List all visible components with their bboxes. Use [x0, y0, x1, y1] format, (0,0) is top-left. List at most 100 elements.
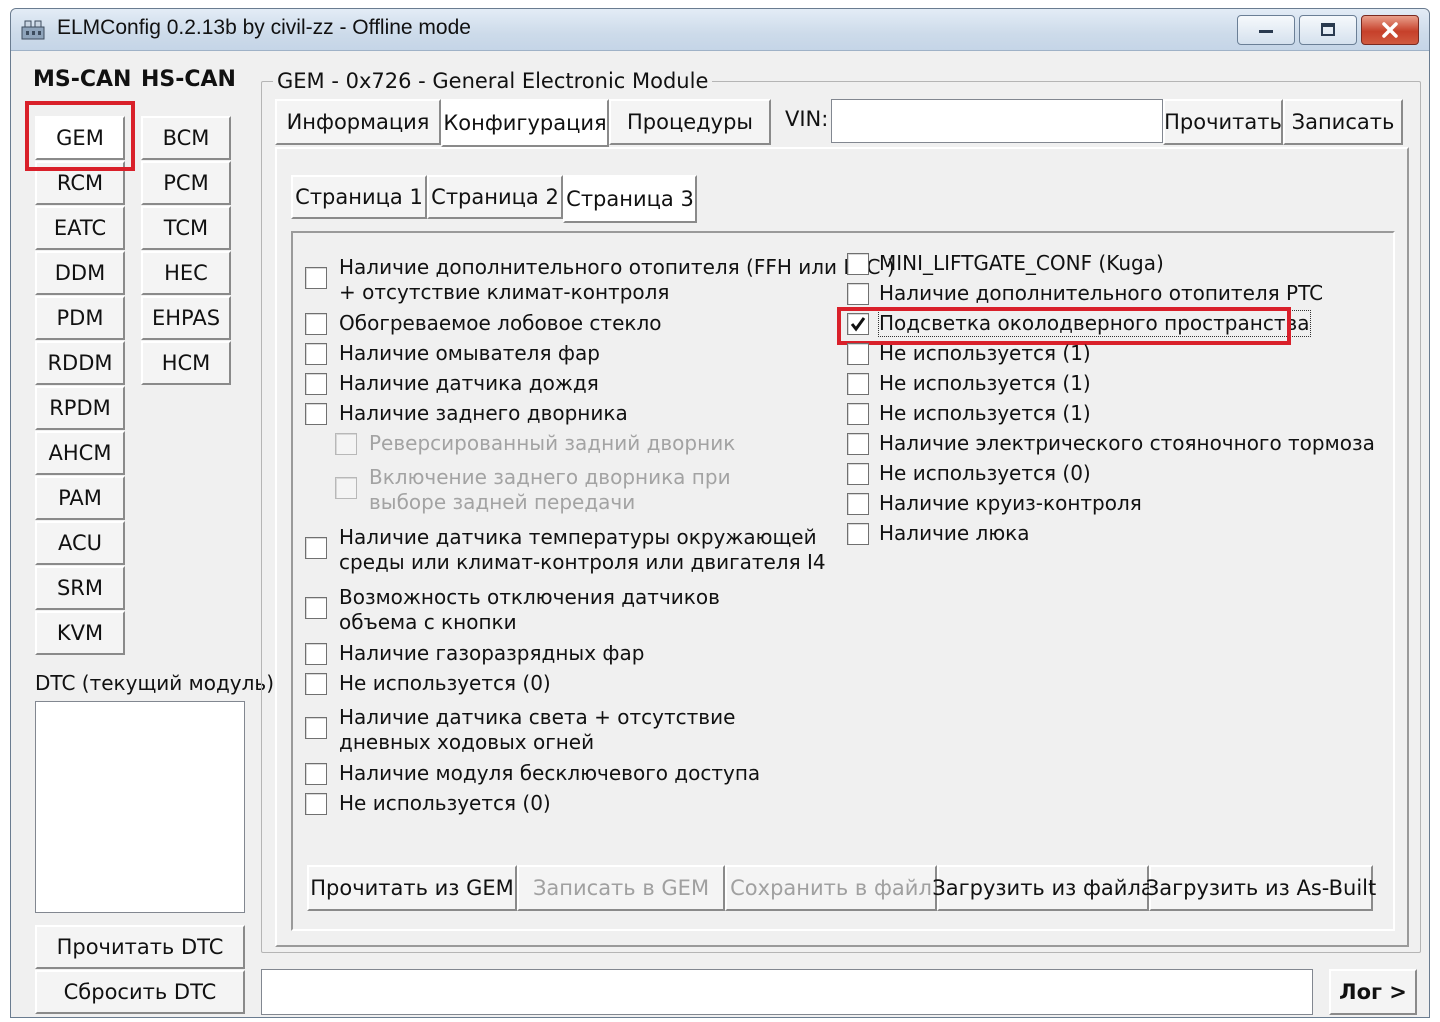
read-from-gem-button[interactable]: Прочитать из GEM [307, 865, 517, 911]
option-checkbox [335, 433, 357, 455]
gem-highlight-box [25, 101, 135, 171]
option-label: Обогреваемое лобовое стекло [339, 311, 662, 335]
tab-page-3[interactable]: Страница 3 [563, 175, 697, 223]
module-button-pam[interactable]: PAM [35, 476, 125, 520]
option-checkbox[interactable] [847, 373, 869, 395]
option-checkbox[interactable] [305, 373, 327, 395]
module-button-rddm[interactable]: RDDM [35, 341, 125, 385]
dtc-label: DTC (текущий модуль): [35, 671, 281, 695]
vin-input[interactable] [831, 99, 1163, 143]
option-label: Включение заднего дворника при [369, 465, 731, 489]
option-highlight-box [837, 307, 1291, 345]
option-label: Наличие электрического стояночного тормо… [879, 431, 1375, 455]
option-label-line2: выборе задней передачи [369, 490, 636, 514]
hs-can-label: HS-CAN [141, 67, 236, 92]
option-checkbox[interactable] [305, 717, 327, 739]
option-checkbox[interactable] [305, 313, 327, 335]
option-label-line2: объема с кнопки [339, 610, 517, 634]
module-button-rpdm[interactable]: RPDM [35, 386, 125, 430]
tab-info[interactable]: Информация [275, 99, 441, 145]
maximize-icon [1321, 23, 1335, 36]
option-checkbox[interactable] [305, 643, 327, 665]
option-label-line2: дневных ходовых огней [339, 730, 595, 754]
module-button-hcm[interactable]: HCM [141, 341, 231, 385]
load-from-asbuilt-button[interactable]: Загрузить из As-Built [1146, 865, 1376, 911]
option-label: Наличие модуля бесключевого доступа [339, 761, 761, 785]
option-checkbox[interactable] [847, 493, 869, 515]
module-button-acu[interactable]: ACU [35, 521, 125, 565]
option-checkbox[interactable] [305, 403, 327, 425]
option-label: Не используется (0) [339, 791, 551, 815]
option-checkbox[interactable] [847, 283, 869, 305]
option-label: Наличие люка [879, 521, 1030, 545]
tab-page-2[interactable]: Страница 2 [427, 175, 563, 219]
reset-dtc-button[interactable]: Сбросить DTC [35, 970, 245, 1014]
title-bar[interactable]: ELMConfig 0.2.13b by civil-zz - Offline … [11, 9, 1429, 51]
status-line[interactable] [261, 969, 1313, 1015]
option-label: Наличие датчика дождя [339, 371, 599, 395]
option-label: Наличие датчика температуры окружающей [339, 525, 817, 549]
module-button-hec[interactable]: HEC [141, 251, 231, 295]
option-label-line2: + отсутствие климат-контроля [339, 280, 670, 304]
module-group-title: GEM - 0x726 - General Electronic Module [273, 69, 713, 93]
option-checkbox[interactable] [305, 343, 327, 365]
option-label: Возможность отключения датчиков [339, 585, 720, 609]
dtc-list[interactable] [35, 701, 245, 913]
module-button-srm[interactable]: SRM [35, 566, 125, 610]
option-checkbox[interactable] [847, 253, 869, 275]
module-button-ehpas[interactable]: EHPAS [141, 296, 231, 340]
option-checkbox[interactable] [305, 763, 327, 785]
module-button-ddm[interactable]: DDM [35, 251, 125, 295]
minimize-button[interactable] [1237, 15, 1295, 45]
option-label: MINI_LIFTGATE_CONF (Kuga) [879, 251, 1164, 275]
option-checkbox[interactable] [847, 403, 869, 425]
option-label: Не используется (1) [879, 401, 1091, 425]
log-button[interactable]: Лог > [1329, 969, 1417, 1015]
tab-procedures[interactable]: Процедуры [609, 99, 771, 145]
option-checkbox[interactable] [847, 463, 869, 485]
option-label: Не используется (0) [339, 671, 551, 695]
option-label: Наличие круиз-контроля [879, 491, 1142, 515]
module-button-kvm[interactable]: KVM [35, 611, 125, 655]
option-label: Наличие дополнительного отопителя PTC [879, 281, 1324, 305]
option-label: Наличие омывателя фар [339, 341, 600, 365]
close-button[interactable] [1361, 15, 1419, 45]
module-button-pdm[interactable]: PDM [35, 296, 125, 340]
option-checkbox[interactable] [305, 673, 327, 695]
vin-read-button[interactable]: Прочитать [1163, 99, 1283, 145]
close-icon [1382, 22, 1398, 38]
module-button-ahcm[interactable]: AHCM [35, 431, 125, 475]
option-label: Наличие датчика света + отсутствие [339, 705, 736, 729]
tab-page-1[interactable]: Страница 1 [291, 175, 427, 219]
option-checkbox[interactable] [847, 343, 869, 365]
module-button-eatc[interactable]: EATC [35, 206, 125, 250]
load-from-file-button[interactable]: Загрузить из файла [932, 865, 1154, 911]
option-checkbox[interactable] [305, 267, 327, 289]
option-checkbox[interactable] [847, 433, 869, 455]
app-icon [21, 20, 45, 40]
window-title: ELMConfig 0.2.13b by civil-zz - Offline … [57, 16, 471, 39]
module-button-bcm[interactable]: BCM [141, 116, 231, 160]
vin-write-button[interactable]: Записать [1283, 99, 1403, 145]
vin-label: VIN: [785, 107, 829, 131]
option-label: Реверсированный задний дворник [369, 431, 736, 455]
option-label: Наличие газоразрядных фар [339, 641, 645, 665]
module-button-tcm[interactable]: TCM [141, 206, 231, 250]
maximize-button[interactable] [1299, 15, 1357, 45]
option-label: Не используется (0) [879, 461, 1091, 485]
option-checkbox[interactable] [847, 523, 869, 545]
option-label: Не используется (1) [879, 371, 1091, 395]
option-checkbox[interactable] [305, 597, 327, 619]
option-label-line2: среды или климат-контроля или двигателя … [339, 550, 826, 574]
read-dtc-button[interactable]: Прочитать DTC [35, 925, 245, 969]
save-to-file-button: Сохранить в файл [725, 865, 937, 911]
write-to-gem-button: Записать в GEM [517, 865, 725, 911]
option-checkbox[interactable] [305, 537, 327, 559]
tab-config[interactable]: Конфигурация [441, 99, 609, 147]
option-checkbox [335, 477, 357, 499]
option-label: Наличие заднего дворника [339, 401, 628, 425]
option-label: Наличие дополнительного отопителя (FFH и… [339, 255, 895, 279]
minimize-icon [1259, 30, 1273, 33]
option-checkbox[interactable] [305, 793, 327, 815]
module-button-pcm[interactable]: PCM [141, 161, 231, 205]
